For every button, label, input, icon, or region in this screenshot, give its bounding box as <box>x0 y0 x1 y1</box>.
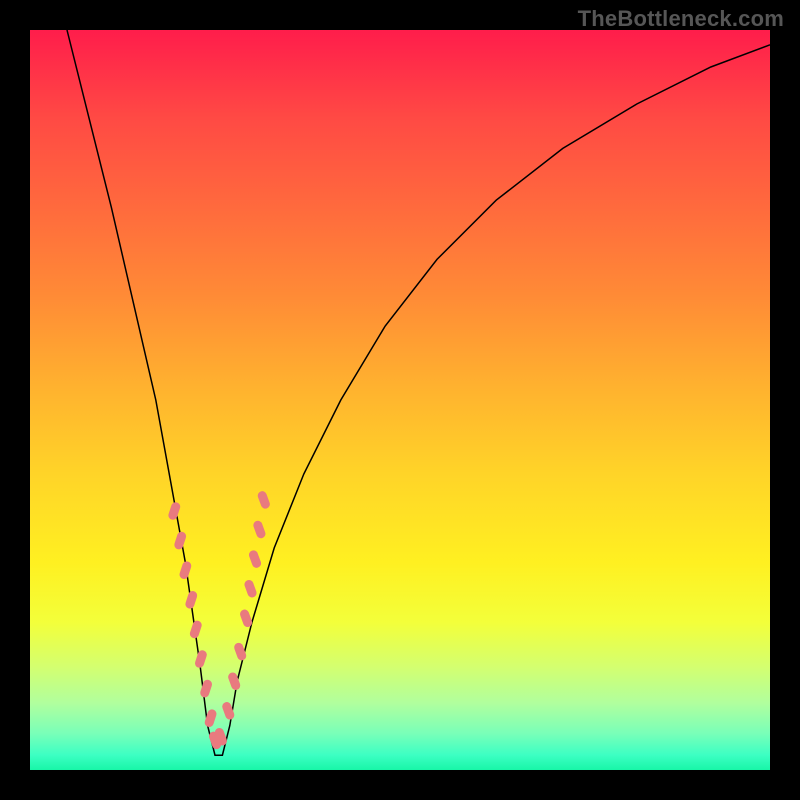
bead <box>194 649 208 669</box>
bottleneck-curve <box>67 30 770 755</box>
bead-overlay <box>167 490 271 750</box>
bead <box>173 531 187 551</box>
watermark-label: TheBottleneck.com <box>578 6 784 32</box>
bead <box>189 619 203 639</box>
bead <box>167 501 181 521</box>
bead <box>178 560 192 580</box>
bead <box>252 520 267 540</box>
curve-layer <box>30 30 770 770</box>
bead <box>199 679 213 699</box>
chart-stage: TheBottleneck.com <box>0 0 800 800</box>
plot-area <box>30 30 770 770</box>
bead <box>243 579 258 599</box>
bead <box>256 490 271 510</box>
bead <box>184 590 198 610</box>
bead <box>248 549 263 569</box>
